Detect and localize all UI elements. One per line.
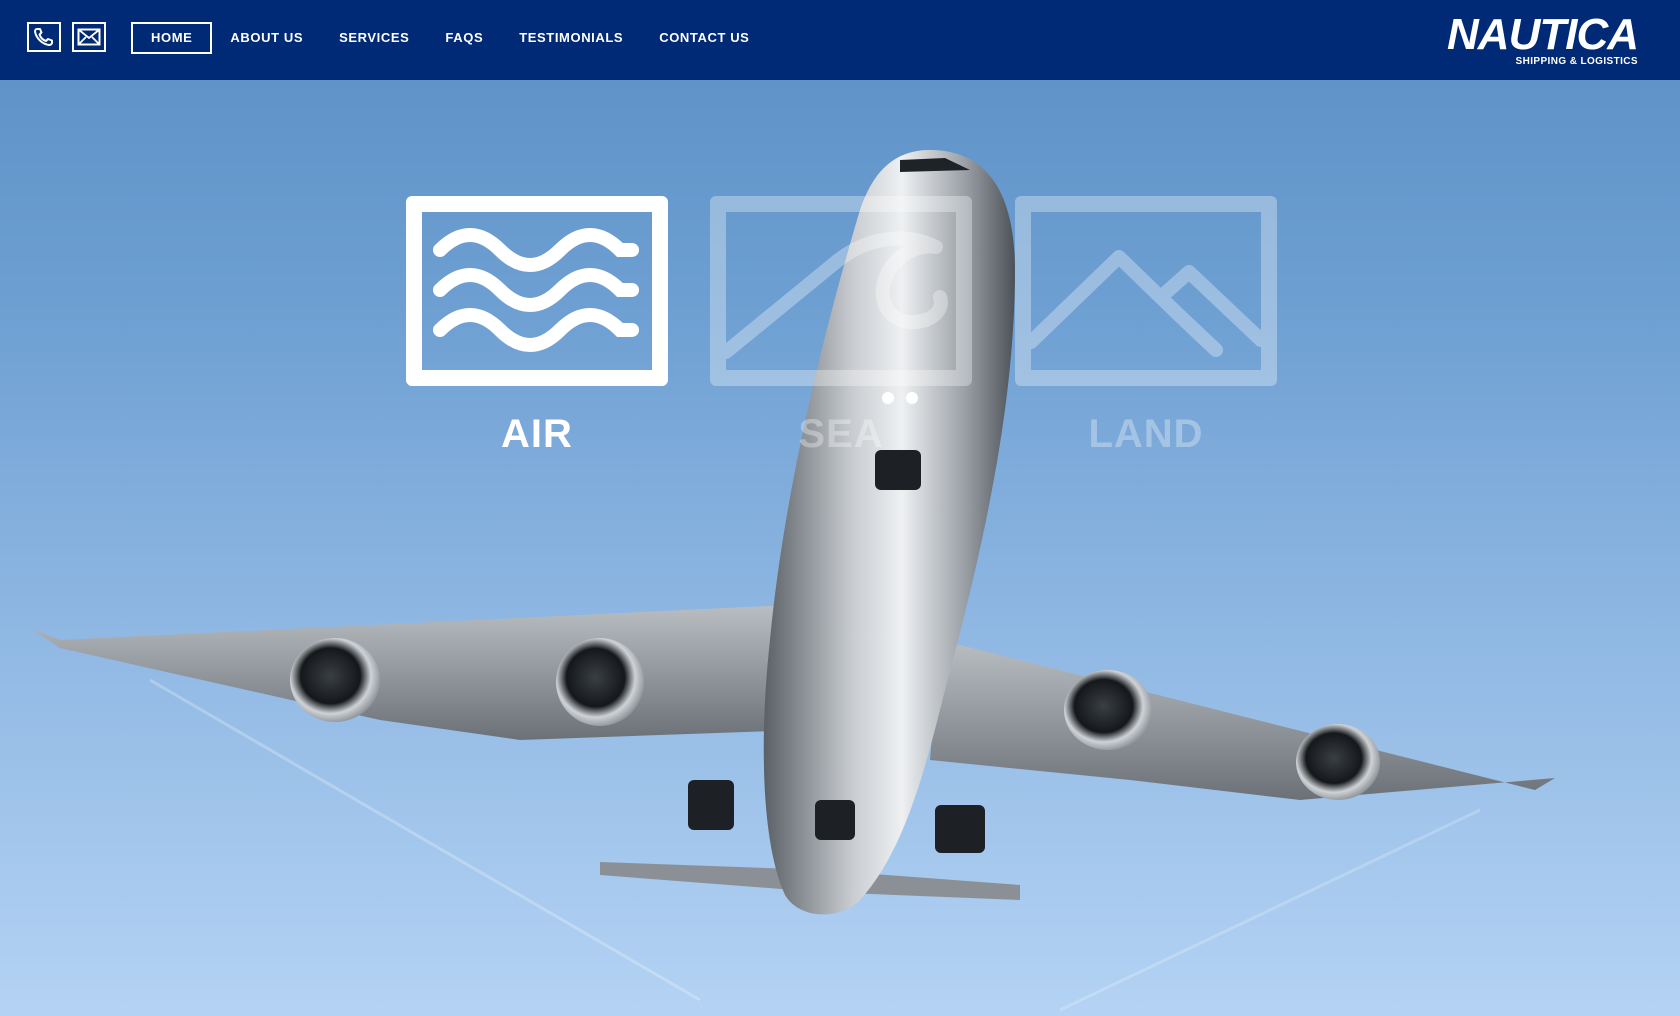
mode-land-frame [1015, 196, 1277, 386]
mode-land-label: LAND [1088, 412, 1204, 456]
mountains-icon [1031, 250, 1261, 357]
mode-air-label: AIR [501, 412, 573, 456]
mode-air-card[interactable]: AIR [406, 196, 668, 457]
mode-sea-frame [710, 196, 972, 386]
nav-home[interactable]: HOME [131, 22, 213, 54]
email-button[interactable] [72, 22, 106, 52]
waves-icon [433, 228, 639, 352]
nav-faqs[interactable]: FAQS [445, 22, 483, 54]
page: HOME ABOUT US SERVICES FAQS TESTIMONIALS… [0, 0, 1680, 1016]
mode-sea-label: SEA [798, 412, 884, 456]
mode-land-card[interactable]: LAND [1015, 196, 1277, 457]
logo-wordmark: NAUTICA [1447, 10, 1639, 59]
nav-contact-us[interactable]: CONTACT US [659, 22, 749, 54]
mode-sea-card[interactable]: SEA [710, 196, 972, 457]
wave-curl-icon [726, 231, 948, 359]
main-nav: HOME ABOUT US SERVICES FAQS TESTIMONIALS… [131, 22, 785, 54]
brand-logo[interactable]: NAUTICA SHIPPING & LOGISTICS [1447, 10, 1639, 68]
nav-testimonials[interactable]: TESTIMONIALS [519, 22, 623, 54]
nav-services[interactable]: SERVICES [339, 22, 409, 54]
phone-button[interactable] [27, 22, 61, 52]
phone-icon [34, 28, 53, 46]
top-navigation-bar: HOME ABOUT US SERVICES FAQS TESTIMONIALS… [0, 0, 1680, 80]
mail-icon [77, 28, 101, 46]
mode-air-frame [406, 196, 668, 386]
nav-about-us[interactable]: ABOUT US [230, 22, 303, 54]
